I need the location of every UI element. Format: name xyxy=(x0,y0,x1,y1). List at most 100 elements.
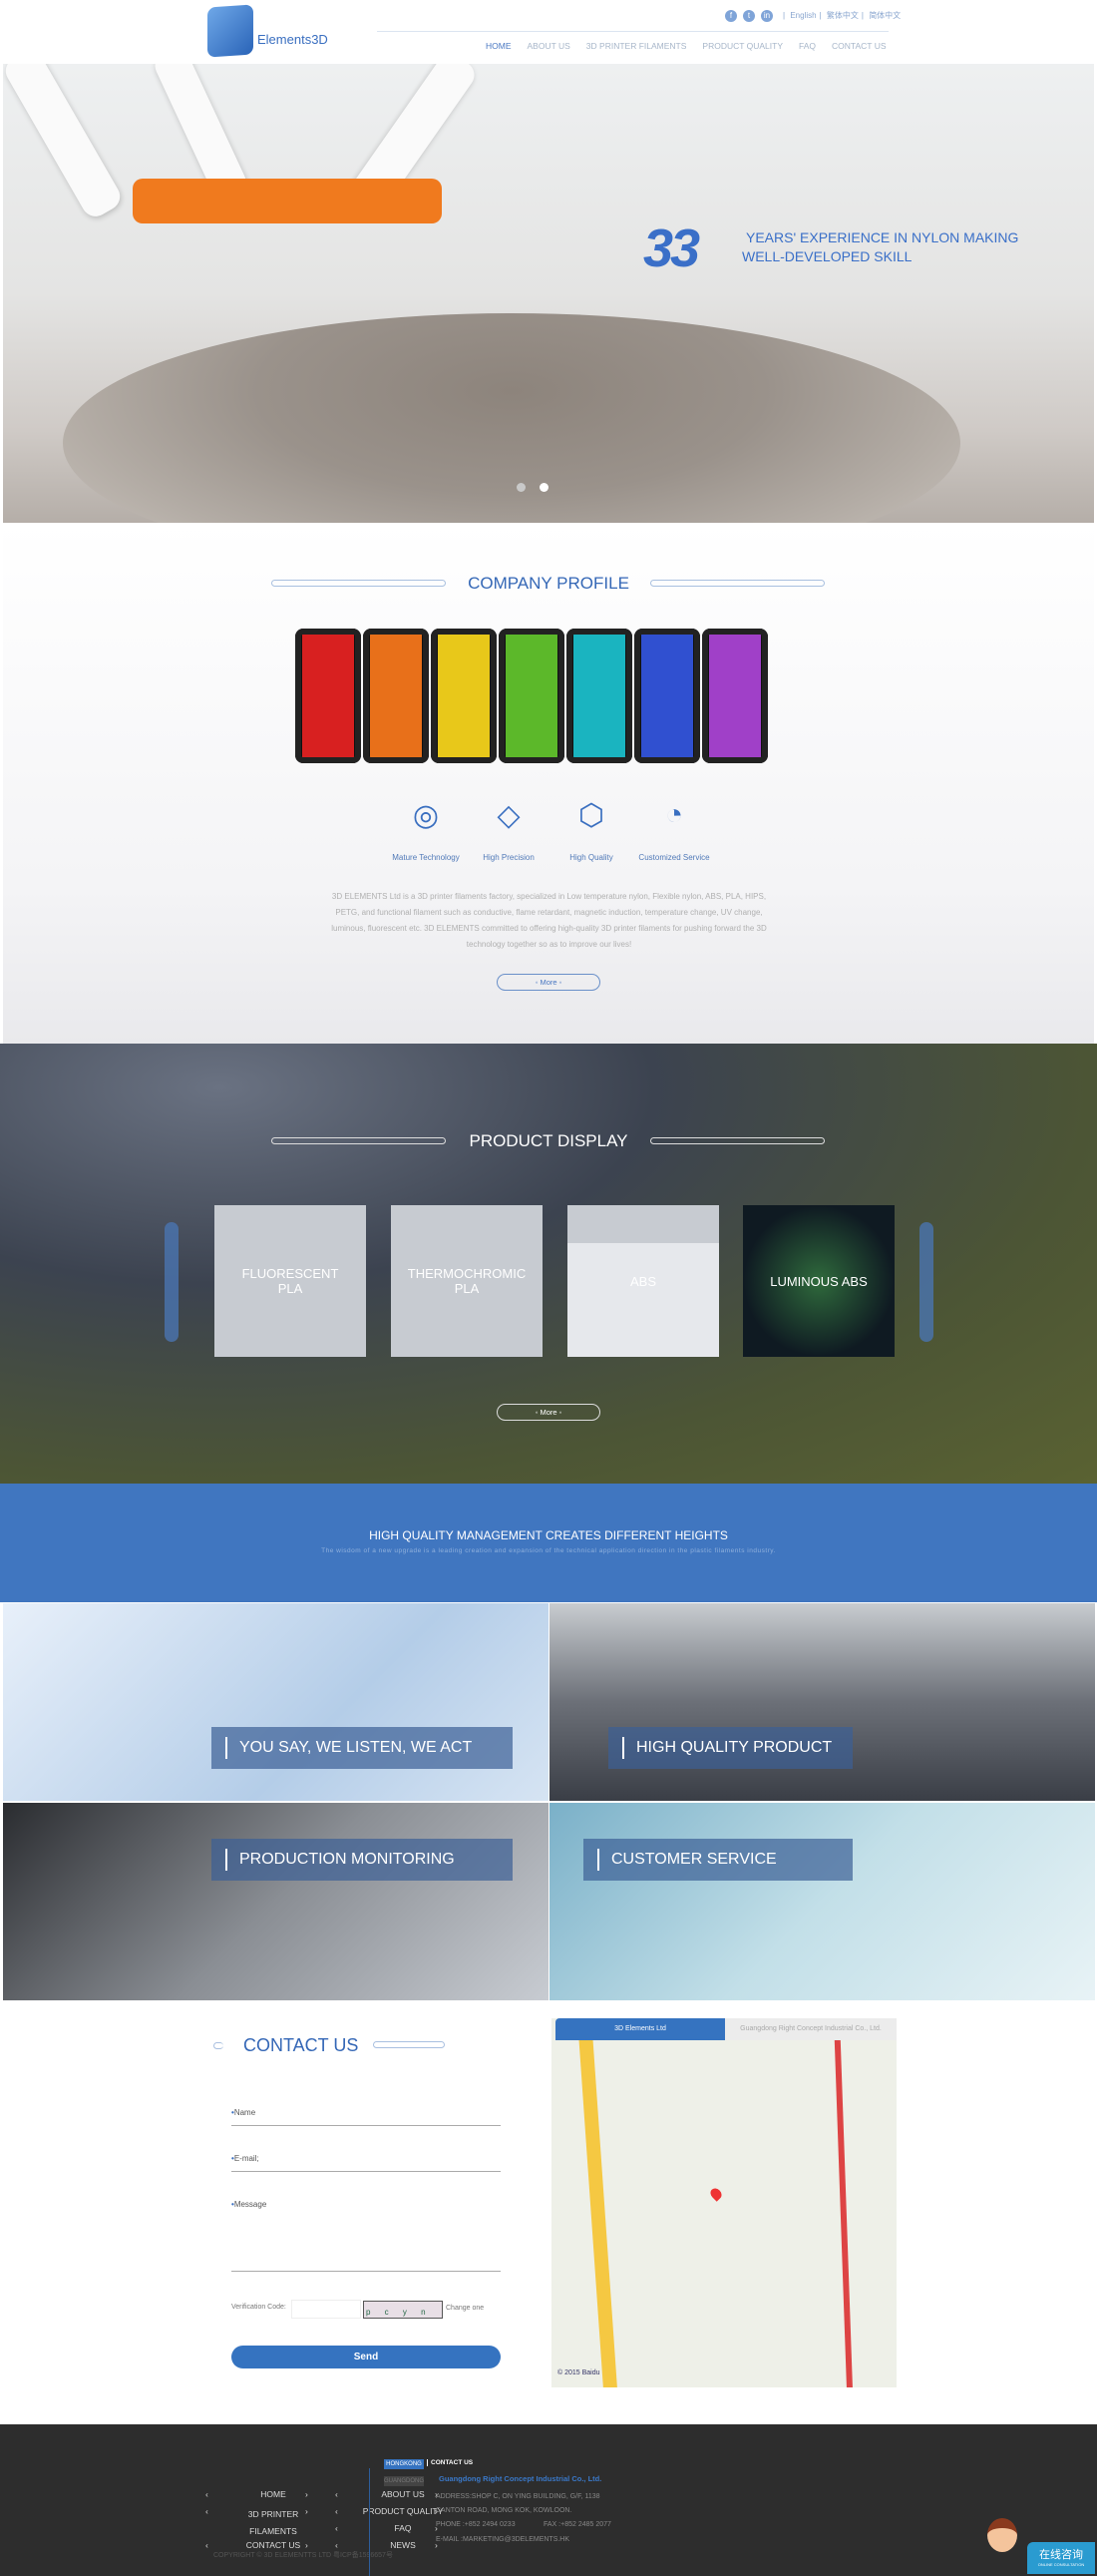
product-card[interactable]: FLUORESCENT PLA xyxy=(214,1205,366,1357)
map-marker-icon[interactable] xyxy=(708,2186,724,2202)
printer-arm xyxy=(3,64,126,221)
footer-link[interactable]: HOME xyxy=(223,2489,323,2499)
title-bar xyxy=(373,2041,445,2048)
company-profile-section xyxy=(3,523,1094,1044)
footer-phone: PHONE :+852 2494 0233 xyxy=(436,2521,516,2528)
nav-faq[interactable]: FAQ xyxy=(799,41,816,51)
copyright: COPYRIGHT © 3D ELEMENTTS LTD 粤ICP备159665… xyxy=(213,2552,393,2559)
lang-traditional[interactable]: 繁体中文 xyxy=(827,11,859,20)
hero-number: 33 xyxy=(643,218,700,278)
online-chat-button[interactable]: 在线咨询 ONLINE CONSULTATION xyxy=(1027,2542,1095,2574)
chat-avatar[interactable] xyxy=(987,2518,1017,2552)
band-title: HIGH QUALITY MANAGEMENT CREATES DIFFEREN… xyxy=(369,1528,728,1542)
contact-title: CONTACT US xyxy=(243,2035,359,2055)
chevron-right-icon: › xyxy=(305,2540,308,2550)
nav-filaments[interactable]: 3D PRINTER FILAMENTS xyxy=(586,41,687,51)
header: Elements3D f t in | English | 繁体中文 | 简体中文 … xyxy=(0,0,1097,64)
nav-contact[interactable]: CONTACT US xyxy=(832,41,886,51)
logo-text[interactable]: Elements3D xyxy=(257,32,328,47)
filament-spool xyxy=(363,629,429,763)
footer-fax: FAX :+852 2485 2077 xyxy=(544,2521,611,2528)
chevron-left-icon: ‹ xyxy=(335,2506,338,2516)
slide-dot[interactable] xyxy=(517,483,526,492)
chat-title: 在线咨询 xyxy=(1039,2549,1083,2561)
footer-link[interactable]: 3D PRINTER FILAMENTS xyxy=(223,2506,323,2540)
verification-input[interactable] xyxy=(291,2300,361,2319)
lang-simplified[interactable]: 简体中文 xyxy=(869,11,901,20)
filament-spool xyxy=(566,629,632,763)
section-title: COMPANY PROFILE xyxy=(468,574,629,593)
printed-bowl xyxy=(63,313,960,523)
map-tab-3d-elements[interactable]: 3D Elements Ltd xyxy=(555,2018,725,2040)
map-tab-guangdong[interactable]: Guangdong Right Concept Industrial Co., … xyxy=(725,2018,897,2040)
email-label: E-mail; xyxy=(233,2154,259,2163)
lang-english[interactable]: English xyxy=(790,11,816,20)
language-switcher: | English | 繁体中文 | 简体中文 xyxy=(783,11,902,20)
logo-icon[interactable] xyxy=(207,4,253,58)
map[interactable]: © 2015 Baidu xyxy=(551,2018,897,2387)
title-bar xyxy=(213,2042,223,2049)
prev-arrow-button[interactable] xyxy=(165,1222,179,1342)
slide-dot-active[interactable] xyxy=(540,483,548,492)
chevron-left-icon: ‹ xyxy=(335,2540,338,2550)
region-guangdong-tab[interactable]: GUANGDONG xyxy=(384,2476,424,2486)
product-card[interactable]: THERMOCHROMIC PLA xyxy=(391,1205,543,1357)
product-card[interactable]: ABS xyxy=(567,1205,719,1357)
profile-text: 3D ELEMENTS Ltd is a 3D printer filament… xyxy=(331,892,767,949)
tile-monitoring[interactable] xyxy=(3,1803,548,2000)
hero-slider[interactable] xyxy=(3,64,1094,523)
email-input[interactable]: •E-mail; xyxy=(231,2154,501,2172)
product-label: THERMOCHROMIC PLA xyxy=(407,1266,527,1296)
gauge-icon: ◔ xyxy=(664,798,684,831)
region-hongkong-tab[interactable]: HONGKONG xyxy=(384,2459,424,2469)
message-textarea[interactable]: •Message xyxy=(231,2200,501,2272)
section-title: PRODUCT DISPLAY xyxy=(469,1131,628,1150)
nav-about[interactable]: ABOUT US xyxy=(528,41,570,51)
change-captcha-link[interactable]: Change one xyxy=(446,2305,484,2312)
map-credit: © 2015 Baidu xyxy=(557,2369,600,2376)
tile-label: YOU SAY, WE LISTEN, WE ACT xyxy=(211,1727,513,1769)
main-nav: HOME ABOUT US 3D PRINTER FILAMENTS PRODU… xyxy=(486,41,887,51)
map-road xyxy=(834,2038,854,2387)
chevron-left-icon: ‹ xyxy=(335,2489,338,2499)
verification-label: Verification Code: xyxy=(231,2304,286,2311)
footer-email: E-MAIL :MARKETING@3DELEMENTS.HK xyxy=(436,2536,570,2543)
footer-link[interactable]: CONTACT US xyxy=(223,2540,323,2550)
divider xyxy=(369,2468,370,2576)
nav-home[interactable]: HOME xyxy=(486,41,512,51)
product-label: FLUORESCENT PLA xyxy=(241,1266,339,1296)
filament-spool xyxy=(702,629,768,763)
tile-listen[interactable] xyxy=(3,1603,548,1801)
captcha-image: p c y n xyxy=(363,2301,443,2319)
tile-label: CUSTOMER SERVICE xyxy=(583,1839,853,1881)
products-more-button[interactable]: ◦ More ◦ xyxy=(497,1404,600,1421)
product-label: LUMINOUS ABS xyxy=(770,1273,868,1289)
printer-head xyxy=(133,179,442,223)
feature-item: ◔ Customized Service xyxy=(619,798,729,862)
tile-quality[interactable] xyxy=(549,1603,1095,1801)
chevron-right-icon: › xyxy=(305,2489,308,2499)
facebook-icon[interactable]: f xyxy=(725,10,737,22)
hero-line2: WELL-DEVELOPED SKILL xyxy=(742,248,913,264)
message-label: Message xyxy=(233,2200,267,2209)
name-input[interactable]: •Name xyxy=(231,2108,501,2126)
next-arrow-button[interactable] xyxy=(919,1222,933,1342)
product-card[interactable]: LUMINOUS ABS xyxy=(743,1205,895,1357)
chat-subtitle: ONLINE CONSULTATION xyxy=(1037,2562,1085,2567)
map-road xyxy=(578,2037,618,2387)
footer-address: ADDRESS:SHOP C, ON YING BUILDING, G/F, 1… xyxy=(436,2493,600,2514)
filament-spool xyxy=(499,629,564,763)
product-label: ABS xyxy=(629,1273,656,1289)
profile-more-button[interactable]: ◦ More ◦ xyxy=(497,974,600,991)
send-button[interactable]: Send xyxy=(231,2346,501,2368)
linkedin-icon[interactable]: in xyxy=(761,10,773,22)
tile-label: PRODUCTION MONITORING xyxy=(211,1839,513,1881)
twitter-icon[interactable]: t xyxy=(743,10,755,22)
tile-service[interactable] xyxy=(549,1803,1095,2000)
nav-quality[interactable]: PRODUCT QUALITY xyxy=(702,41,783,51)
chevron-left-icon: ‹ xyxy=(205,2506,208,2516)
chevron-left-icon: ‹ xyxy=(205,2540,208,2550)
chevron-left-icon: ‹ xyxy=(335,2523,338,2533)
tile-label: HIGH QUALITY PRODUCT xyxy=(608,1727,853,1769)
filament-spool xyxy=(634,629,700,763)
